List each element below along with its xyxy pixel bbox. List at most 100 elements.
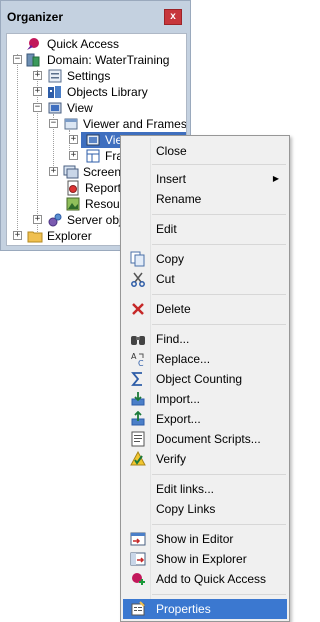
- menu-item-document-scripts[interactable]: Document Scripts...: [123, 429, 287, 449]
- organizer-header: Organizer x: [1, 1, 190, 31]
- close-button[interactable]: x: [164, 9, 182, 25]
- tree-item-label: View: [67, 101, 93, 115]
- cut-icon: [131, 272, 145, 287]
- menu-item-label: Verify: [156, 452, 187, 466]
- menu-item-label: Show in Explorer: [156, 552, 247, 566]
- menu-item-properties[interactable]: Properties: [123, 599, 287, 619]
- tree-item-label: Viewer and Frames: [83, 117, 187, 131]
- menu-separator: [152, 164, 286, 165]
- menu-separator: [152, 214, 286, 215]
- folder-icon: [27, 231, 43, 243]
- menu-item-object-counting[interactable]: Object Counting: [123, 369, 287, 389]
- properties-icon: [131, 601, 145, 616]
- menu-item-edit[interactable]: Edit: [123, 219, 287, 239]
- menu-item-label: Object Counting: [156, 372, 243, 386]
- show-in-editor-icon: [130, 532, 146, 546]
- menu-item-label: Document Scripts...: [156, 432, 261, 446]
- tree-item-settings[interactable]: + Settings: [7, 68, 186, 84]
- menu-item-edit-links[interactable]: Edit links...: [123, 479, 287, 499]
- submenu-arrow-icon: ▶: [272, 174, 279, 183]
- menu-item-rename[interactable]: Rename: [123, 189, 287, 209]
- folder-icon: [64, 118, 78, 130]
- menu-item-label: Cut: [156, 272, 175, 286]
- menu-item-label: Export...: [156, 412, 201, 426]
- menu-item-replace[interactable]: A C Replace...: [123, 349, 287, 369]
- frame-icon: [86, 149, 100, 163]
- menu-item-close[interactable]: Close: [123, 141, 287, 161]
- menu-item-show-in-editor[interactable]: Show in Editor: [123, 529, 287, 549]
- menu-item-label: Insert: [156, 172, 187, 186]
- domain-icon: [26, 53, 40, 67]
- settings-icon: [48, 69, 62, 83]
- svg-text:C: C: [138, 359, 144, 367]
- export-icon: [131, 411, 145, 426]
- tree-item-label: Settings: [67, 69, 111, 83]
- context-menu: Close Insert ▶ Rename Edit Copy Cut Dele…: [120, 135, 290, 622]
- menu-separator: [152, 294, 286, 295]
- menu-separator: [152, 474, 286, 475]
- tree-item-view[interactable]: − View: [7, 100, 186, 116]
- objects-library-icon: [48, 86, 61, 98]
- menu-item-label: Close: [156, 144, 187, 158]
- menu-item-label: Edit links...: [156, 482, 215, 496]
- tree-item-quick-access[interactable]: Quick Access: [7, 36, 186, 52]
- expand-icon[interactable]: +: [33, 87, 42, 96]
- expand-icon[interactable]: +: [33, 215, 42, 224]
- menu-item-label: Delete: [156, 302, 191, 316]
- menu-item-delete[interactable]: Delete: [123, 299, 287, 319]
- import-icon: [131, 392, 145, 406]
- sigma-icon: [131, 372, 142, 386]
- view-icon: [48, 102, 62, 114]
- tree-item-label: Explorer: [47, 229, 92, 243]
- find-icon: [131, 336, 145, 345]
- reports-icon: [67, 180, 79, 196]
- collapse-icon[interactable]: −: [33, 103, 42, 112]
- menu-separator: [152, 594, 286, 595]
- menu-item-label: Edit: [156, 222, 177, 236]
- tree-item-label: Objects Library: [67, 85, 148, 99]
- server-objects-icon: [48, 213, 62, 227]
- replace-icon: A C: [131, 352, 144, 367]
- menu-item-label: Show in Editor: [156, 532, 234, 546]
- menu-item-label: Replace...: [156, 352, 211, 366]
- organizer-title: Organizer: [7, 10, 64, 24]
- menu-item-label: Properties: [156, 602, 211, 616]
- expand-icon[interactable]: +: [33, 71, 42, 80]
- menu-item-verify[interactable]: Verify: [123, 449, 287, 469]
- quick-access-icon: [27, 38, 39, 50]
- menu-item-show-in-explorer[interactable]: Show in Explorer: [123, 549, 287, 569]
- expand-icon[interactable]: +: [69, 135, 78, 144]
- menu-item-copy-links[interactable]: Copy Links: [123, 499, 287, 519]
- screens-icon: [63, 165, 79, 179]
- delete-icon: [132, 303, 144, 315]
- menu-item-import[interactable]: Import...: [123, 389, 287, 409]
- menu-item-cut[interactable]: Cut: [123, 269, 287, 289]
- tree-item-domain[interactable]: − Domain: WaterTraining: [7, 52, 186, 68]
- show-in-explorer-icon: [130, 552, 146, 566]
- collapse-icon[interactable]: −: [49, 119, 58, 128]
- menu-item-label: Rename: [156, 192, 202, 206]
- resources-icon: [66, 197, 80, 211]
- verify-icon: [130, 451, 146, 466]
- expand-icon[interactable]: +: [13, 231, 22, 240]
- collapse-icon[interactable]: −: [13, 55, 22, 64]
- tree-item-label: Quick Access: [47, 37, 120, 51]
- menu-item-label: Find...: [156, 332, 190, 346]
- tree-item-label: Domain: WaterTraining: [47, 53, 170, 67]
- menu-item-add-to-quick-access[interactable]: Add to Quick Access: [123, 569, 287, 589]
- copy-icon: [130, 251, 145, 267]
- menu-separator: [152, 244, 286, 245]
- tree-item-objects-library[interactable]: + Objects Library: [7, 84, 186, 100]
- menu-item-copy[interactable]: Copy: [123, 249, 287, 269]
- menu-item-find[interactable]: Find...: [123, 329, 287, 349]
- expand-icon[interactable]: +: [49, 167, 58, 176]
- menu-item-export[interactable]: Export...: [123, 409, 287, 429]
- tree-item-viewer-and-frames[interactable]: − Viewer and Frames: [7, 116, 186, 132]
- menu-separator: [152, 524, 286, 525]
- menu-item-label: Add to Quick Access: [156, 572, 267, 586]
- close-icon: x: [170, 11, 176, 22]
- menu-item-insert[interactable]: Insert ▶: [123, 169, 287, 189]
- menu-item-label: Import...: [156, 392, 201, 406]
- expand-icon[interactable]: +: [69, 151, 78, 160]
- view-icon: [86, 134, 100, 146]
